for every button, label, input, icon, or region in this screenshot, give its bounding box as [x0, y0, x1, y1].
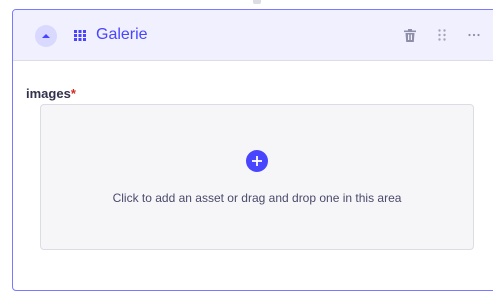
add-asset-button[interactable]: [246, 150, 268, 172]
component-title: Galerie: [96, 26, 148, 43]
trash-icon: [404, 28, 416, 42]
plus-icon: [252, 156, 262, 166]
media-dropzone[interactable]: Click to add an asset or drag and drop o…: [40, 104, 474, 250]
required-mark: *: [70, 86, 76, 101]
drag-handle[interactable]: [434, 27, 450, 43]
field-label-text: images: [26, 86, 71, 101]
component-panel: Galerie images* Click to add an asset or…: [12, 9, 493, 291]
field-label: images*: [26, 86, 76, 101]
more-button[interactable]: [466, 27, 482, 43]
resize-handle[interactable]: [253, 0, 261, 4]
chevron-up-icon: [42, 34, 50, 38]
grid-icon: [74, 30, 86, 41]
more-icon: [468, 33, 480, 37]
delete-button[interactable]: [402, 27, 418, 43]
dropzone-text: Click to add an asset or drag and drop o…: [112, 191, 402, 205]
drag-handle-icon: [438, 29, 446, 41]
collapse-button[interactable]: [35, 25, 57, 47]
component-header[interactable]: Galerie: [13, 10, 493, 61]
